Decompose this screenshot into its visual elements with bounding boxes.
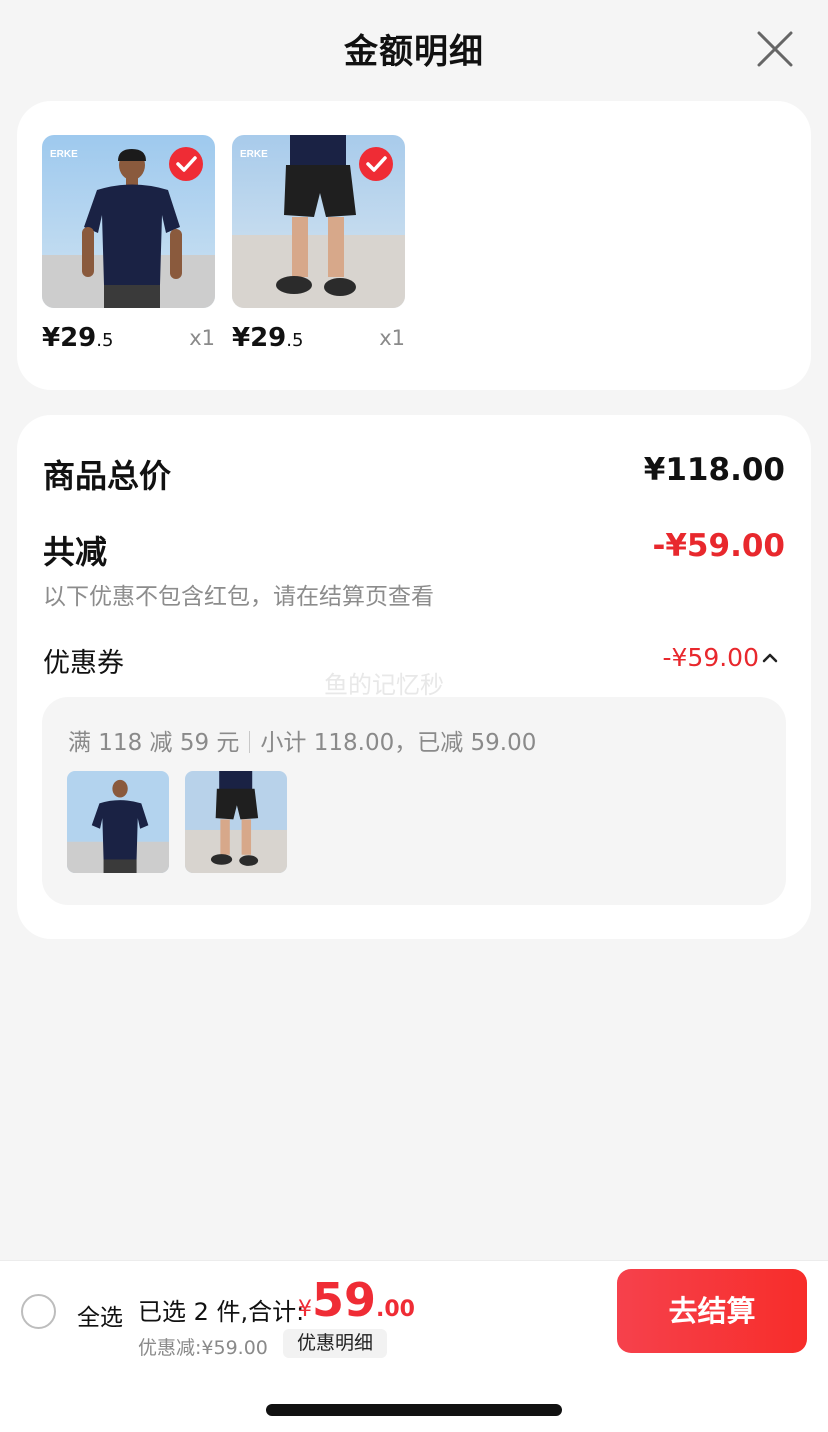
product-item[interactable]: ERKE ¥29.5 x1 (42, 135, 215, 353)
safe-area (0, 1361, 828, 1432)
coupon-value[interactable]: -¥59.00 (663, 643, 760, 672)
checkout-bar: 全选 已选 2 件,合计: ¥59.00 优惠减:¥59.00 优惠明细 去结算 (0, 1260, 828, 1361)
discount-note: 以下优惠不包含红包，请在结算页查看 (43, 584, 434, 610)
coupon-subtotal: 小计 118.00，已减 59.00 (260, 730, 537, 756)
svg-text:ERKE: ERKE (50, 149, 78, 160)
product-quantity: x1 (189, 326, 215, 350)
coupon-detail-box: 满 118 减 59 元小计 118.00，已减 59.00 (42, 697, 786, 905)
product-image[interactable]: ERKE (42, 135, 215, 308)
coupon-rule: 满 118 减 59 元 (68, 730, 240, 756)
discount-amount-note: 优惠减:¥59.00 (138, 1337, 268, 1359)
total-price-label: 商品总价 (43, 457, 172, 495)
total-discount-value: -¥59.00 (652, 528, 786, 564)
total-amount: ¥59.00 (298, 1273, 415, 1327)
checkout-button[interactable]: 去结算 (617, 1269, 807, 1353)
coupon-label[interactable]: 优惠券 (43, 641, 124, 680)
coupon-description: 满 118 减 59 元小计 118.00，已减 59.00 (68, 723, 536, 757)
product-price: ¥29.5 (232, 323, 304, 353)
selected-products-card: ERKE ¥29.5 x1 ERKE ¥29.5 x1 (17, 101, 811, 390)
home-indicator[interactable] (266, 1404, 562, 1416)
product-item[interactable]: ERKE ¥29.5 x1 (232, 135, 405, 353)
coupon-product-thumbnail (67, 771, 169, 873)
price-summary-card: 商品总价 ¥118.00 共减 -¥59.00 以下优惠不包含红包，请在结算页查… (17, 415, 811, 939)
product-image[interactable]: ERKE (232, 135, 405, 308)
select-all-label[interactable]: 全选 (77, 1298, 123, 1332)
product-price: ¥29.5 (42, 323, 114, 353)
checked-icon[interactable] (359, 147, 393, 181)
sheet-header: 金额明细 (0, 0, 828, 100)
close-icon[interactable] (752, 26, 798, 72)
page-title: 金额明细 (344, 32, 484, 72)
selected-count-text: 已选 2 件,合计: (138, 1298, 305, 1326)
total-price-value: ¥118.00 (643, 452, 785, 488)
watermark: 鱼的记忆秒 (324, 671, 444, 699)
total-discount-label: 共减 (43, 533, 108, 571)
divider (249, 731, 251, 753)
svg-text:ERKE: ERKE (240, 149, 268, 160)
product-quantity: x1 (379, 326, 405, 350)
chevron-up-icon[interactable] (759, 649, 781, 667)
checked-icon[interactable] (169, 147, 203, 181)
select-all-radio[interactable] (21, 1294, 56, 1329)
discount-detail-button[interactable]: 优惠明细 (283, 1329, 388, 1358)
coupon-product-thumbnail (185, 771, 287, 873)
